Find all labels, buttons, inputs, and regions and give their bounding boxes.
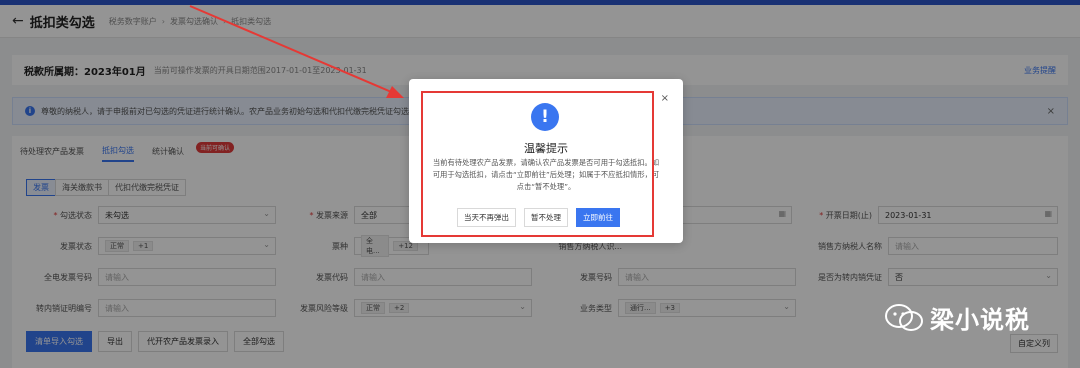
annotation-arrow-line (189, 5, 397, 95)
wechat-icon (885, 303, 923, 331)
watermark: 梁小说税 (884, 300, 1030, 335)
annotation-arrow-head (386, 86, 404, 98)
watermark-text: 梁小说税 (930, 306, 1030, 334)
